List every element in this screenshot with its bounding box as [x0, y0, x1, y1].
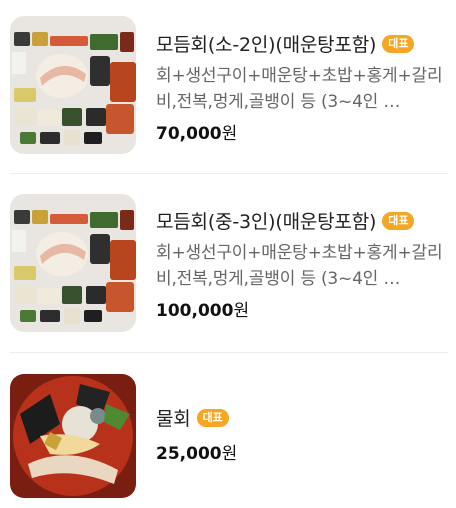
menu-item-title: 물회 — [156, 408, 191, 430]
menu-item-price: 70,000원 — [156, 124, 238, 144]
menu-item-photo — [10, 194, 136, 332]
menu-item-description: 회+생선구이+매운탕+초밥+홍게+갈리비,전복,멍게,골뱅이 등 (3~4인 … — [156, 243, 443, 289]
seafood-platter-photo — [10, 16, 136, 154]
representative-badge: 대표 — [382, 211, 415, 230]
menu-item-title: 모듬회(소-2인)(매운탕포함) — [156, 34, 377, 56]
menu-item-photo — [10, 16, 136, 154]
divider — [10, 352, 448, 353]
menu-item-description: 회+생선구이+매운탕+초밥+홍게+갈리비,전복,멍게,골뱅이 등 (3~4인 … — [156, 66, 443, 112]
seafood-platter-photo — [10, 194, 136, 332]
representative-badge: 대표 — [382, 34, 415, 53]
menu-item-price: 100,000원 — [156, 301, 250, 321]
menu-item-photo — [10, 374, 136, 498]
representative-badge: 대표 — [196, 408, 229, 427]
mulhoe-bowl-photo — [10, 374, 136, 498]
menu-item-title: 모듬회(중-3인)(매운탕포함) — [156, 211, 377, 233]
menu-item-price: 25,000원 — [156, 444, 238, 464]
divider — [10, 173, 448, 174]
